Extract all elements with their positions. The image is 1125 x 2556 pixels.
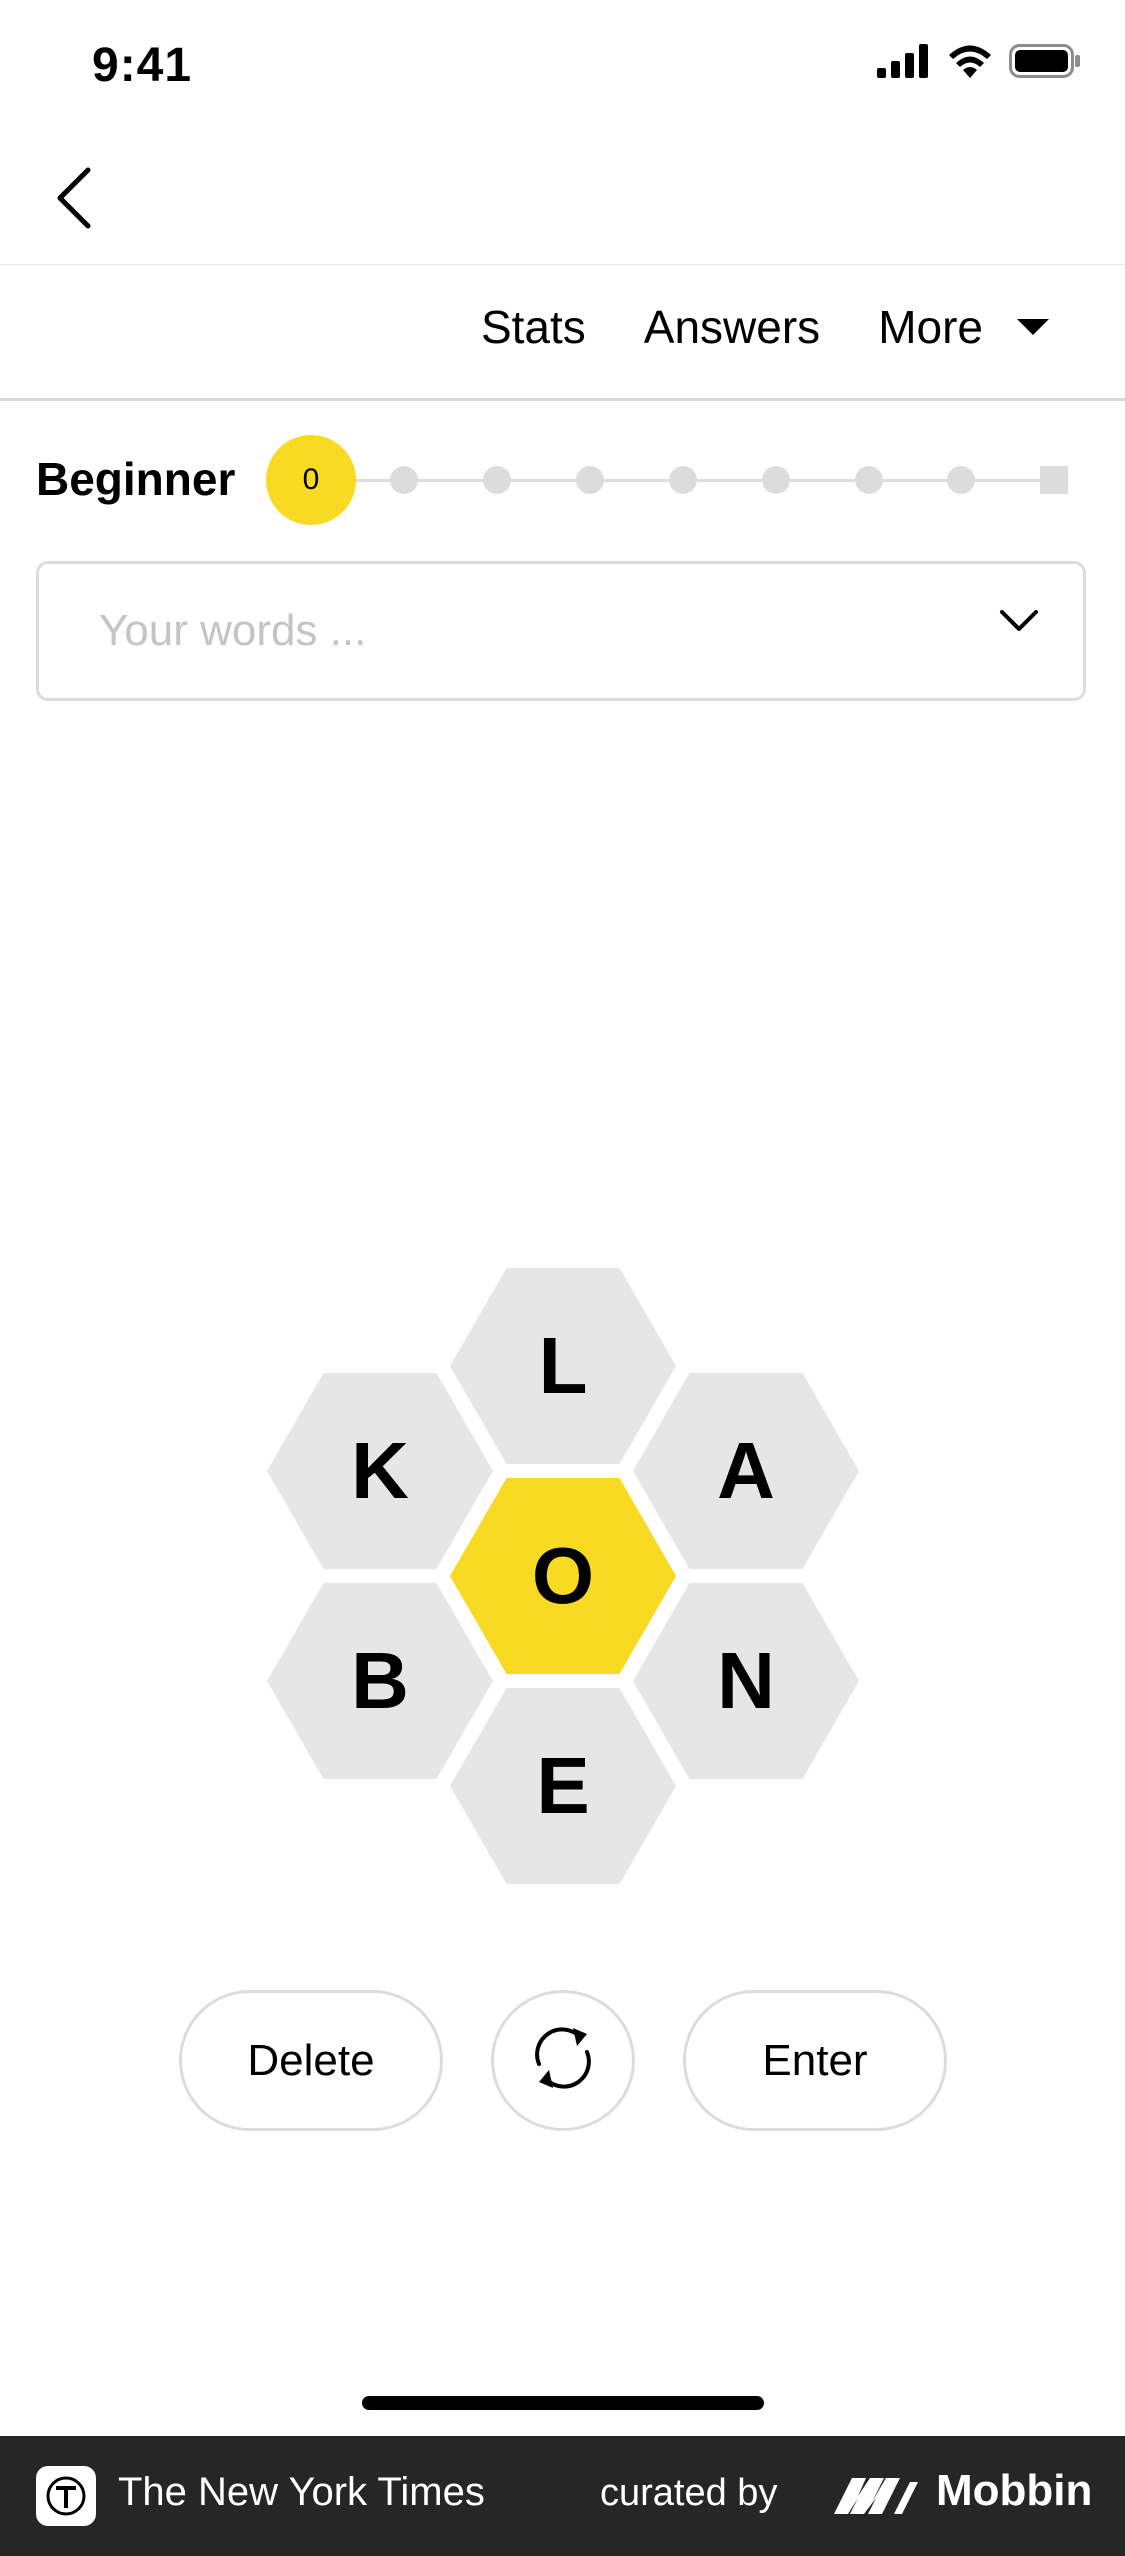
- hive-letter-upper-right[interactable]: A: [633, 1373, 859, 1569]
- controls: Delete Enter: [0, 1990, 1125, 2135]
- footer-brand: The New York Times: [118, 2470, 485, 2514]
- stats-button[interactable]: Stats: [481, 300, 586, 354]
- progress-dot: [855, 466, 883, 494]
- progress-final-marker: [1040, 466, 1068, 494]
- battery-icon: [1009, 44, 1081, 78]
- footer-banner: The New York Times curated by Mobbin: [0, 2436, 1125, 2556]
- answers-button[interactable]: Answers: [644, 300, 820, 354]
- status-time: 9:41: [92, 39, 193, 92]
- word-list-dropdown[interactable]: Your words ...: [36, 561, 1086, 701]
- more-menu-button[interactable]: More: [878, 300, 1049, 354]
- mobbin-name: Mobbin: [936, 2466, 1093, 2515]
- status-icons: [877, 44, 1081, 78]
- chevron-down-icon: [999, 608, 1039, 639]
- score-badge: 0: [266, 435, 356, 525]
- back-button[interactable]: [44, 160, 104, 240]
- word-list-placeholder: Your words ...: [99, 606, 367, 655]
- home-indicator: [362, 2396, 764, 2410]
- delete-button[interactable]: Delete: [179, 1990, 443, 2131]
- hive-letter-center[interactable]: O: [450, 1478, 676, 1674]
- shuffle-button[interactable]: [491, 1990, 635, 2131]
- chevron-left-icon: [54, 166, 94, 235]
- rank-label: Beginner: [36, 453, 236, 505]
- progress-dot: [762, 466, 790, 494]
- hive-letter-lower-right[interactable]: N: [633, 1583, 859, 1779]
- hive-letter-bottom[interactable]: E: [450, 1688, 676, 1884]
- progress-row: Beginner 0: [0, 430, 1125, 530]
- hive-letter-lower-left[interactable]: B: [267, 1583, 493, 1779]
- hive-letter-top[interactable]: L: [450, 1268, 676, 1464]
- wifi-icon: [947, 44, 993, 78]
- nyt-logo-icon: [36, 2466, 96, 2526]
- cellular-signal-icon: [877, 44, 931, 78]
- progress-dot: [576, 466, 604, 494]
- progress-dot: [669, 466, 697, 494]
- toolbar-items: Stats Answers More: [481, 300, 1049, 354]
- more-label: More: [878, 301, 983, 353]
- footer-curated-by: curated by: [600, 2472, 778, 2514]
- status-bar: 9:41: [0, 0, 1125, 140]
- shuffle-icon: [527, 2022, 599, 2099]
- mobbin-logo-icon: [830, 2474, 922, 2523]
- progress-dot: [390, 466, 418, 494]
- caret-down-icon: [1017, 319, 1049, 335]
- enter-button[interactable]: Enter: [683, 1990, 947, 2131]
- progress-dot: [483, 466, 511, 494]
- toolbar: Stats Answers More: [0, 264, 1125, 401]
- progress-dot: [947, 466, 975, 494]
- nav-header: [0, 140, 1125, 265]
- hive-letter-upper-left[interactable]: K: [267, 1373, 493, 1569]
